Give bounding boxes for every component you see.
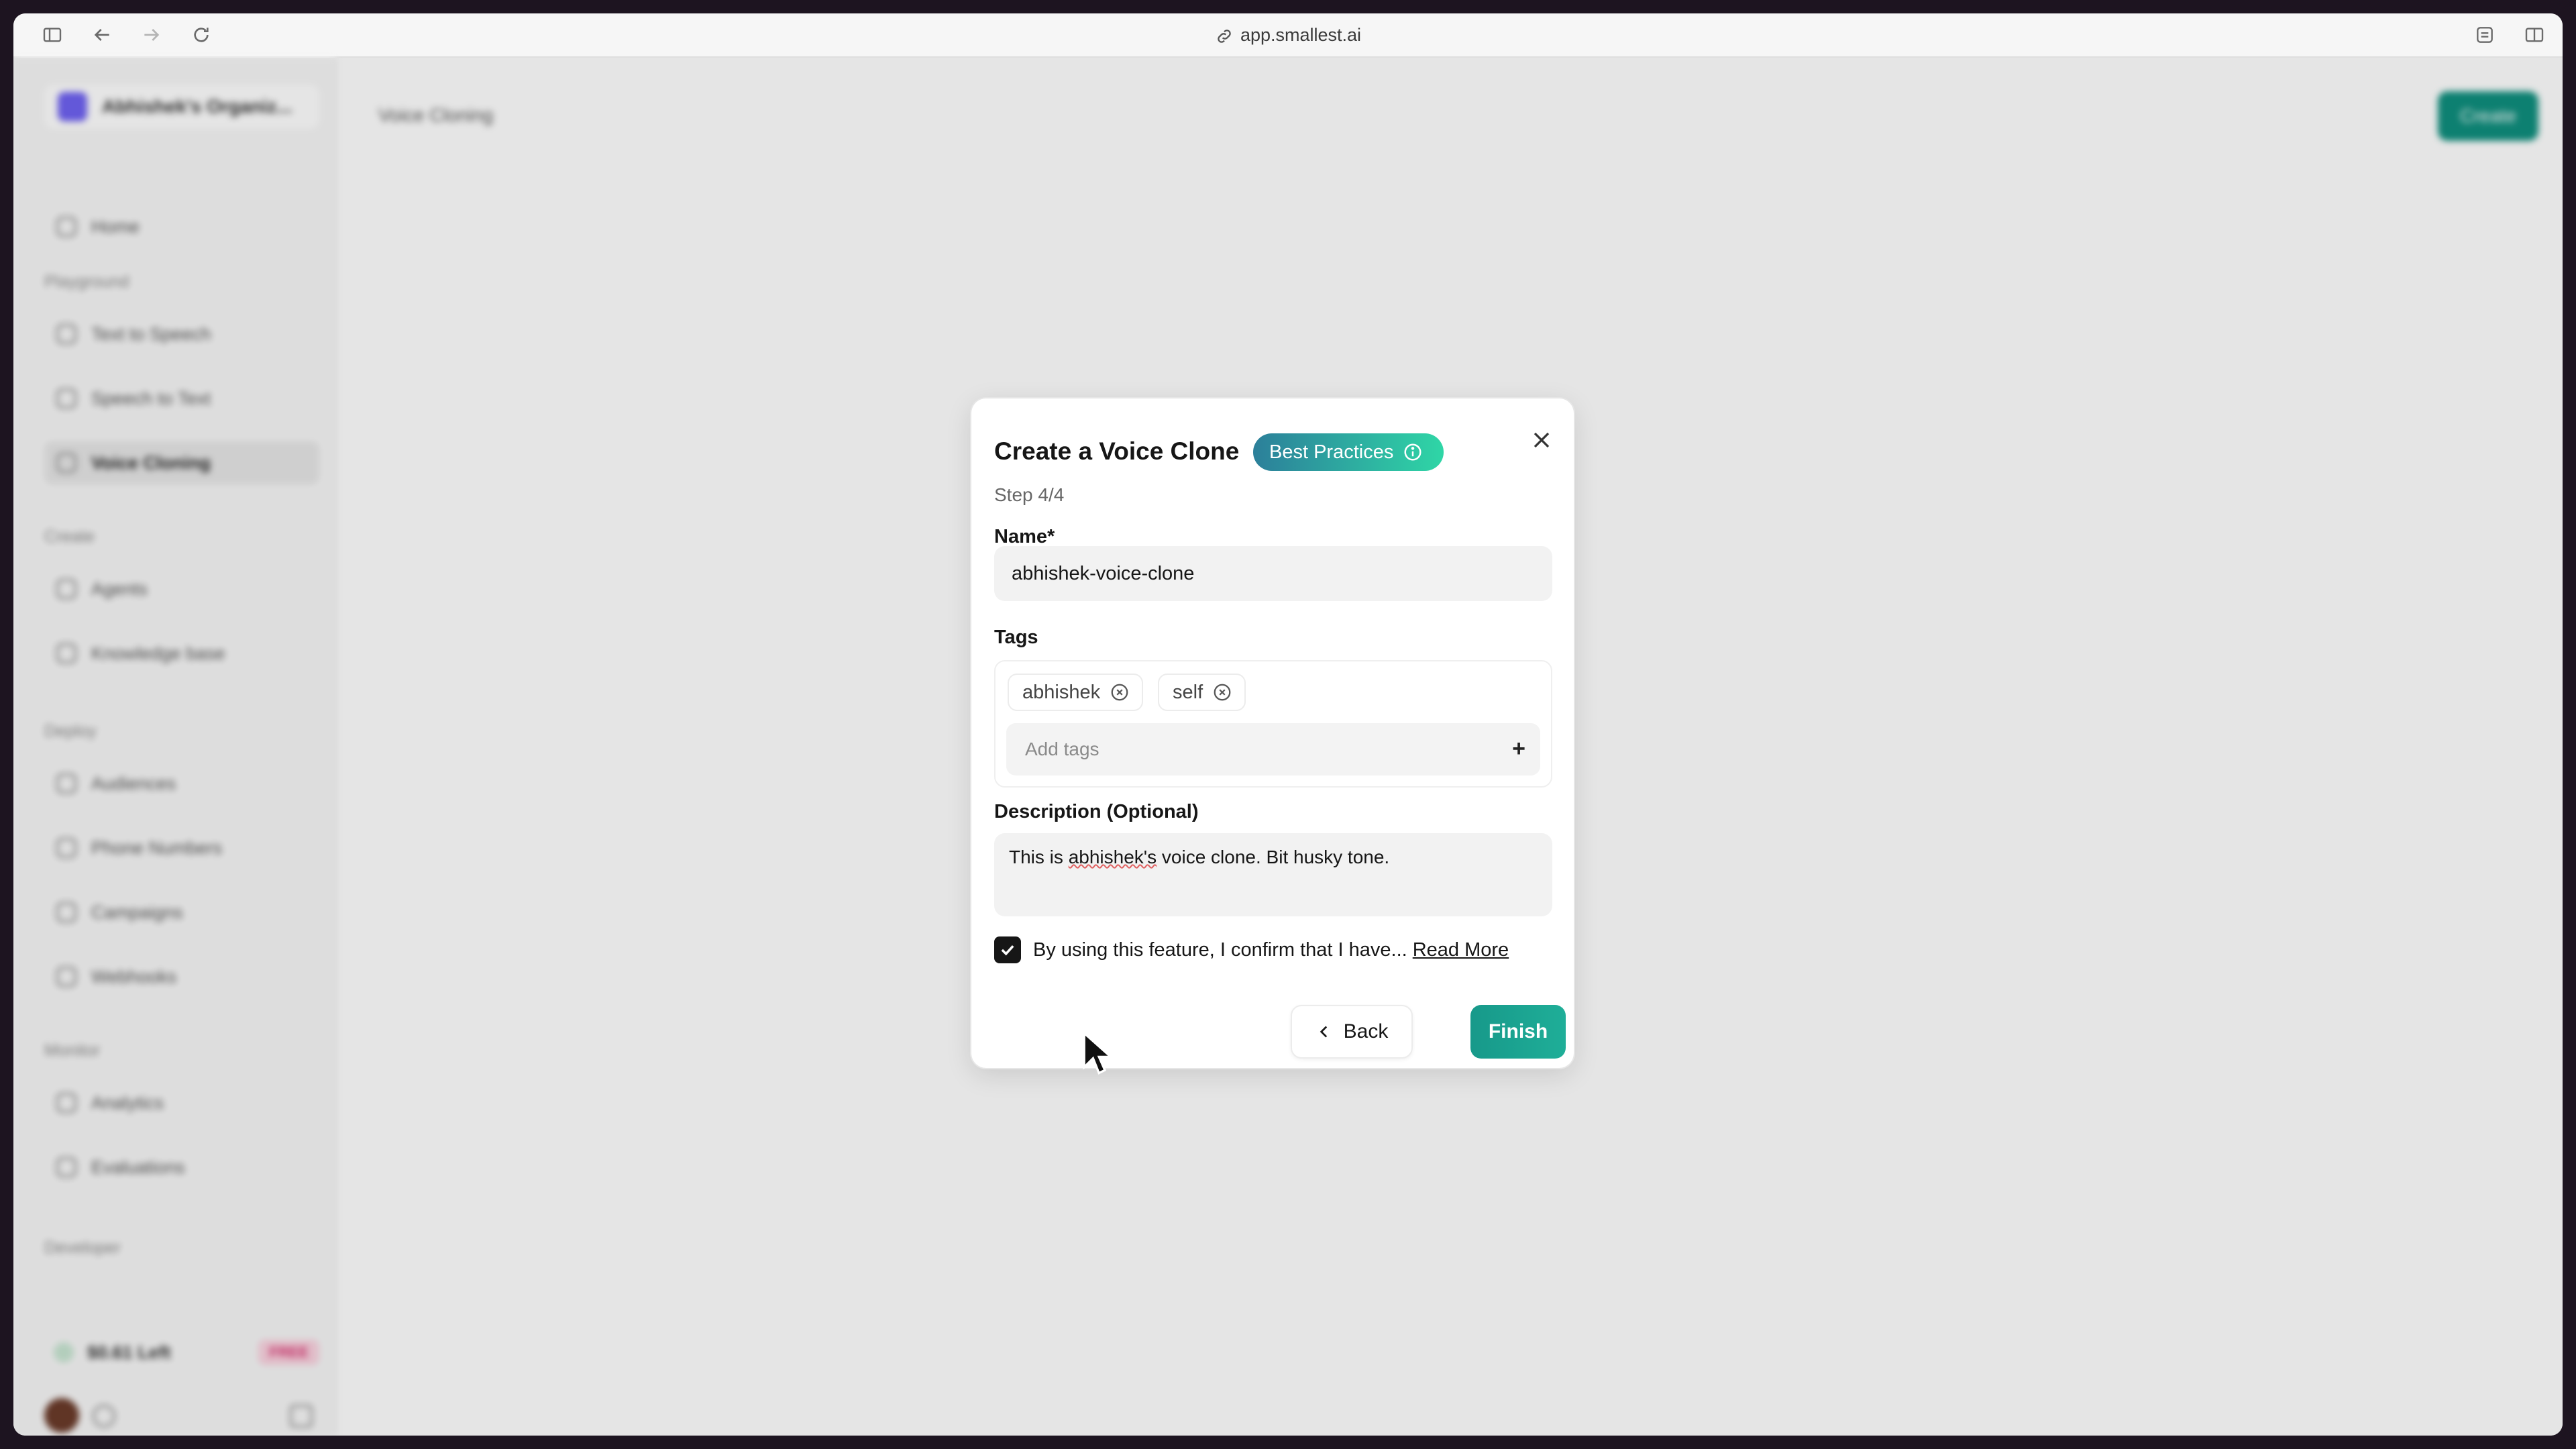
tag-label: self	[1173, 681, 1203, 703]
modal-title: Create a Voice Clone	[994, 437, 1240, 465]
tags-label: Tags	[994, 627, 1038, 648]
remove-tag-icon[interactable]	[1110, 682, 1130, 702]
back-label: Back	[1343, 1020, 1389, 1042]
tag-chip: self	[1158, 674, 1246, 711]
add-tags-input[interactable]: Add tags +	[1006, 723, 1540, 775]
tag-chip: abhishek	[1008, 674, 1144, 711]
description-text: voice clone. Bit husky tone.	[1157, 847, 1390, 867]
chevron-left-icon	[1320, 1026, 1327, 1038]
finish-button[interactable]: Finish	[1470, 1005, 1566, 1059]
consent-text: By using this feature, I confirm that I …	[1033, 938, 1407, 961]
add-tags-placeholder: Add tags	[1025, 739, 1099, 759]
badge-label: Best Practices	[1269, 441, 1394, 463]
add-tag-button[interactable]: +	[1512, 737, 1525, 761]
tags-box: abhishek self Add tags +	[994, 660, 1552, 788]
description-label: Description (Optional)	[994, 801, 1199, 822]
name-field[interactable]: abhishek-voice-clone	[994, 546, 1552, 601]
best-practices-badge[interactable]: Best Practices	[1253, 433, 1444, 471]
tag-label: abhishek	[1022, 681, 1101, 703]
step-indicator: Step 4/4	[994, 484, 1065, 505]
share-icon[interactable]	[2473, 23, 2497, 47]
split-view-icon[interactable]	[2522, 23, 2546, 47]
link-icon	[1215, 27, 1234, 46]
checkmark-icon	[1001, 945, 1014, 956]
consent-row: By using this feature, I confirm that I …	[994, 935, 1509, 965]
description-field[interactable]: This is abhishek's voice clone. Bit husk…	[994, 833, 1552, 916]
remove-tag-icon[interactable]	[1212, 682, 1232, 702]
close-icon[interactable]	[1528, 427, 1555, 453]
address-bar[interactable]: app.smallest.ai	[13, 23, 2563, 47]
info-icon	[1404, 443, 1421, 461]
mouse-cursor-icon	[1083, 1032, 1112, 1075]
url-text: app.smallest.ai	[1240, 25, 1362, 45]
consent-checkbox[interactable]	[994, 936, 1021, 963]
description-text: This is	[1009, 847, 1069, 867]
name-label: Name*	[994, 526, 1055, 547]
misspelled-word: abhishek's	[1068, 847, 1157, 867]
read-more-link[interactable]: Read More	[1413, 939, 1509, 961]
back-button[interactable]: Back	[1291, 1005, 1413, 1059]
voice-clone-modal: Create a Voice Clone Best Practices Step…	[971, 398, 1574, 1068]
browser-toolbar: app.smallest.ai	[13, 13, 2563, 58]
